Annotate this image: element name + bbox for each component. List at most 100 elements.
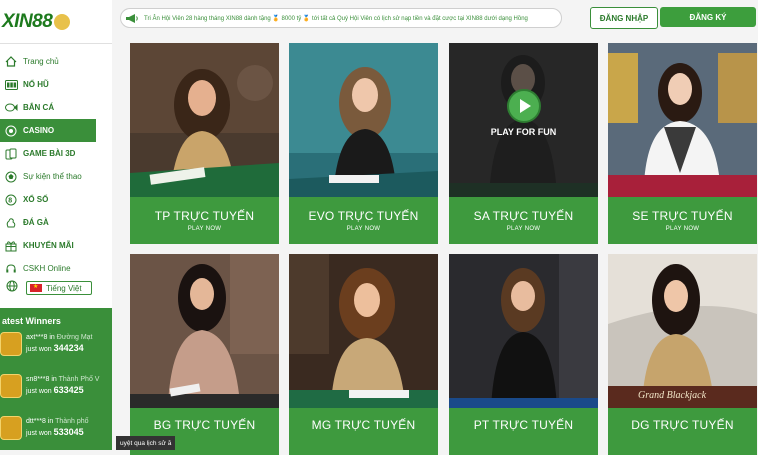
latest-winners: atest Winners axt***8 in Đường Mạt just …: [0, 308, 112, 450]
sidebar-item-label: BẮN CÁ: [23, 103, 55, 112]
support-icon: [4, 263, 18, 275]
play-icon: [520, 99, 531, 113]
winner-in: in: [49, 334, 55, 341]
sidebar-item-label: Trang chủ: [23, 57, 59, 66]
sidebar-item-sports[interactable]: Sự kiện thể thao: [0, 165, 112, 188]
game-card-se[interactable]: SE TRỰC TUYẾN PLAY NOW: [608, 43, 757, 244]
login-button[interactable]: ĐĂNG NHẬP: [590, 7, 658, 29]
game-card-sa[interactable]: PLAY FOR FUN SA TRỰC TUYẾN PLAY NOW: [449, 43, 598, 244]
sidebar-item-fishing[interactable]: BẮN CÁ: [0, 96, 112, 119]
winner-location: Đường Mạt: [56, 334, 93, 341]
dealer-photo: [130, 43, 279, 197]
sidebar-item-label: GAME BÀI 3D: [23, 149, 76, 158]
winner-game-icon: [0, 374, 22, 398]
game-title: SA TRỰC TUYẾN: [473, 209, 574, 223]
sidebar-item-3d-cards[interactable]: GAME BÀI 3D: [0, 142, 112, 165]
play-now-label: PLAY NOW: [346, 226, 381, 232]
dealer-photo: [130, 254, 279, 408]
winner-item: dtt***8 in Thành phố just won 533045: [0, 416, 112, 450]
winner-amount: 633425: [53, 385, 84, 395]
sidebar-item-lottery[interactable]: 8 XỔ SỐ: [0, 188, 112, 211]
game-card-band: PT TRỰC TUYẾN: [449, 408, 598, 455]
announcement-marquee[interactable]: Tri Ân Hội Viên 28 hàng tháng XIN88 dành…: [120, 8, 562, 28]
winner-amount: 533045: [53, 427, 84, 437]
logo-area[interactable]: XIN88: [0, 0, 112, 44]
sidebar-item-support[interactable]: CSKH Online: [0, 257, 112, 280]
slot-icon: [4, 79, 18, 91]
winner-amount: 344234: [53, 343, 84, 353]
game-card-bg[interactable]: BG TRỰC TUYẾN: [130, 254, 279, 455]
sidebar-menu: Trang chủ NỔ HŨ BẮN CÁ CASINO GAME BÀI 3…: [0, 44, 112, 308]
winner-game-icon: [0, 332, 22, 356]
play-now-label: PLAY NOW: [187, 226, 222, 232]
sports-icon: [4, 171, 18, 183]
sidebar-item-label: XỔ SỐ: [23, 195, 49, 204]
gift-icon: [4, 240, 18, 252]
logo[interactable]: XIN88: [2, 11, 53, 33]
dealer-photo: [289, 254, 438, 408]
sidebar-item-home[interactable]: Trang chủ: [0, 50, 112, 73]
game-card-band: EVO TRỰC TUYẾN PLAY NOW: [289, 197, 438, 244]
dealer-photo: [449, 254, 598, 408]
winner-in: in: [47, 418, 54, 425]
winner-won-label: just won: [26, 430, 52, 437]
game-card-band: SE TRỰC TUYẾN PLAY NOW: [608, 197, 757, 244]
winner-in: in: [51, 376, 57, 383]
dealer-photo: [608, 43, 757, 197]
winner-item: axt***8 in Đường Mạt just won 344234: [0, 332, 112, 374]
casino-game-grid: TP TRỰC TUYẾN PLAY NOW EVO TRỰC TUYẾN PL…: [130, 43, 758, 455]
sidebar-item-label: Sự kiện thể thao: [23, 172, 82, 181]
tooltip: uyệt qua lịch sử ă: [116, 436, 176, 450]
play-now-label: PLAY NOW: [506, 226, 541, 232]
game-title: TP TRỰC TUYẾN: [154, 209, 255, 223]
winner-name: sn8***8: [26, 376, 50, 383]
sidebar-item-label: ĐÁ GÀ: [23, 218, 49, 227]
logo-badge-icon: [54, 13, 71, 30]
winner-won-label: just won: [26, 388, 52, 395]
sidebar-item-label: NỔ HŨ: [23, 80, 49, 89]
register-button[interactable]: ĐĂNG KÝ: [660, 7, 756, 27]
game-card-tp[interactable]: TP TRỰC TUYẾN PLAY NOW: [130, 43, 279, 244]
winners-title: atest Winners: [2, 316, 61, 326]
game-title: PT TRỰC TUYẾN: [473, 418, 574, 432]
language-selector[interactable]: Tiếng Việt: [26, 281, 92, 295]
winner-name: axt***8: [26, 334, 48, 341]
sidebar-item-label: CSKH Online: [23, 264, 71, 273]
cards-icon: [4, 148, 18, 160]
game-card-evo[interactable]: EVO TRỰC TUYẾN PLAY NOW: [289, 43, 438, 244]
vietnam-flag-icon: [30, 283, 42, 292]
winner-item: sn8***8 in Thành Phố V just won 633425: [0, 374, 112, 416]
rooster-icon: [4, 217, 18, 229]
casino-icon: [4, 125, 18, 137]
game-card-mg[interactable]: MG TRỰC TUYẾN: [289, 254, 438, 455]
game-card-band: TP TRỰC TUYẾN PLAY NOW: [130, 197, 279, 244]
marquee-text: Tri Ân Hội Viên 28 hàng tháng XIN88 dành…: [144, 15, 528, 22]
game-card-band: DG TRỰC TUYẾN: [608, 408, 757, 455]
top-header: Tri Ân Hội Viên 28 hàng tháng XIN88 dành…: [112, 0, 758, 36]
game-title: BG TRỰC TUYẾN: [153, 418, 256, 432]
game-title: DG TRỰC TUYẾN: [631, 418, 734, 432]
dealer-photo: [289, 43, 438, 197]
winner-game-icon: [0, 416, 22, 440]
svg-text:8: 8: [8, 197, 12, 204]
dealer-photo: PLAY FOR FUN: [449, 43, 598, 197]
game-card-dg[interactable]: Grand Blackjack DG TRỰC TUYẾN: [608, 254, 757, 455]
fish-icon: [4, 102, 18, 114]
game-card-pt[interactable]: PT TRỰC TUYẾN: [449, 254, 598, 455]
dealer-photo: Grand Blackjack: [608, 254, 757, 408]
globe-icon: [6, 279, 18, 297]
home-icon: [4, 56, 18, 68]
game-title: MG TRỰC TUYẾN: [311, 418, 416, 432]
language-label: Tiếng Việt: [46, 283, 82, 293]
table-text: Grand Blackjack: [638, 390, 707, 401]
sidebar-item-cockfight[interactable]: ĐÁ GÀ: [0, 211, 112, 234]
winner-location: Thành Phố V: [58, 376, 100, 383]
game-title: SE TRỰC TUYẾN: [632, 209, 733, 223]
sidebar-item-casino[interactable]: CASINO: [0, 119, 96, 142]
sidebar-item-promotions[interactable]: KHUYẾN MÃI: [0, 234, 112, 257]
play-for-fun-button[interactable]: [507, 89, 541, 123]
game-title: EVO TRỰC TUYẾN: [308, 209, 419, 223]
megaphone-icon: [124, 11, 140, 25]
sidebar-item-slots[interactable]: NỔ HŨ: [0, 73, 112, 96]
winner-name: dtt***8: [26, 418, 46, 425]
